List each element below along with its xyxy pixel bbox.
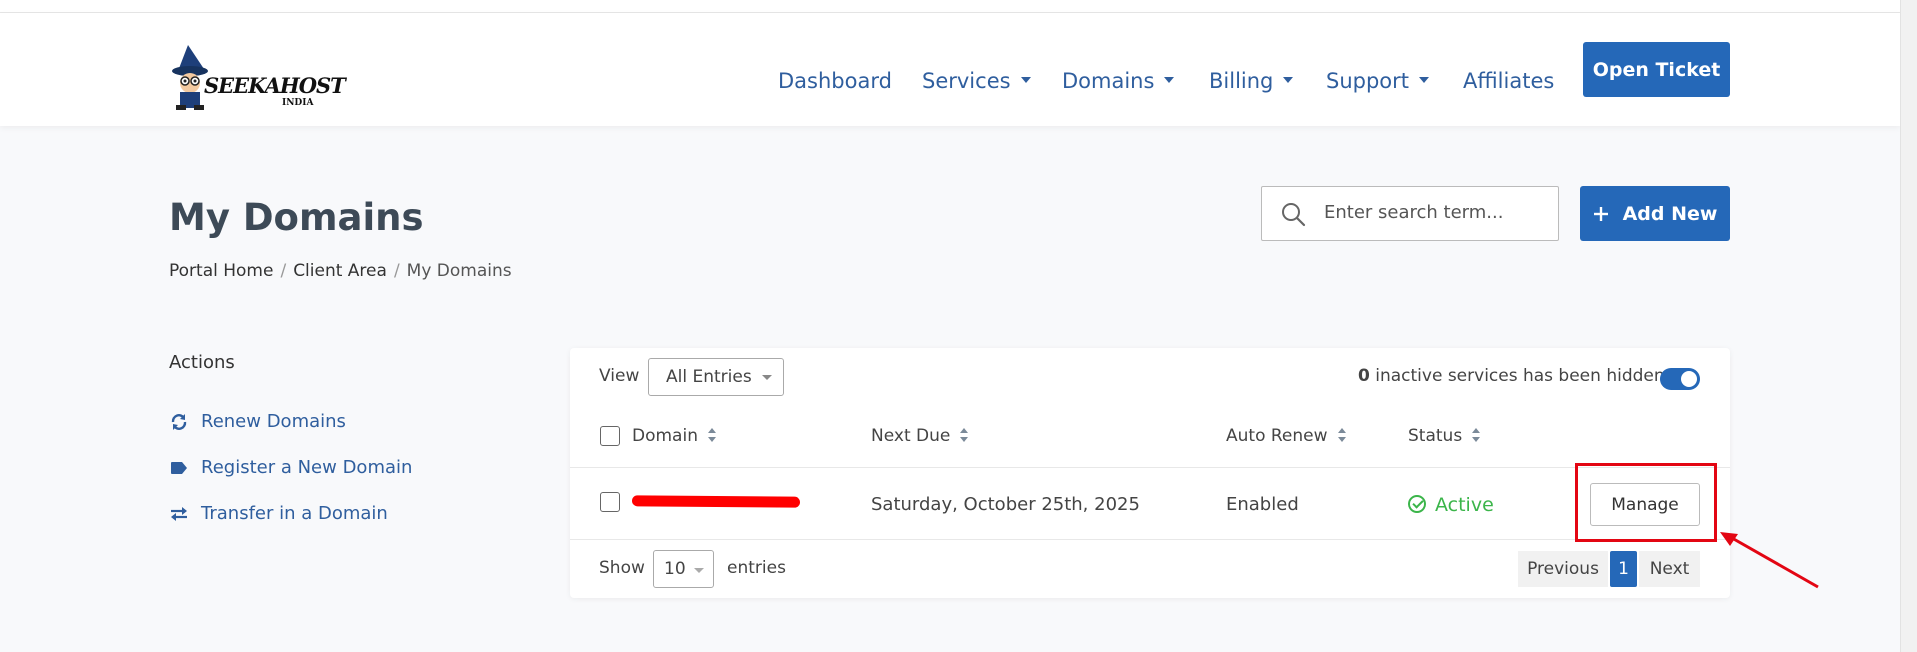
pagination-page-1[interactable]: 1 bbox=[1610, 551, 1637, 587]
nav-label: Services bbox=[922, 69, 1011, 93]
open-ticket-button[interactable]: Open Ticket bbox=[1583, 42, 1730, 97]
nav-label: Support bbox=[1326, 69, 1410, 93]
search-icon bbox=[1282, 203, 1306, 227]
action-label: Register a New Domain bbox=[201, 457, 413, 478]
nav-label: Billing bbox=[1209, 69, 1274, 93]
breadcrumb-portal-home[interactable]: Portal Home bbox=[169, 261, 273, 281]
annotation-arrow-icon bbox=[1720, 532, 1819, 589]
logo-subtitle: INDIA bbox=[282, 98, 314, 108]
nav-billing[interactable]: Billing bbox=[1209, 69, 1294, 93]
view-filter-select[interactable]: All Entries bbox=[648, 358, 784, 396]
chevron-down-icon bbox=[762, 375, 772, 380]
site-header: SEEKAHOST INDIA Dashboard Services Domai… bbox=[0, 13, 1900, 126]
th-domain[interactable]: Domain bbox=[632, 426, 716, 446]
caret-down-icon bbox=[1020, 77, 1031, 83]
search-placeholder: Enter search term... bbox=[1324, 202, 1504, 223]
page-title: My Domains bbox=[169, 196, 424, 239]
th-next-due[interactable]: Next Due bbox=[871, 426, 969, 446]
pagination-next[interactable]: Next bbox=[1639, 551, 1700, 587]
view-filter-value: All Entries bbox=[666, 367, 752, 387]
sort-icon bbox=[707, 427, 716, 443]
register-domain-link[interactable]: Register a New Domain bbox=[169, 457, 412, 478]
annotation-highlight-box bbox=[1575, 463, 1717, 542]
nav-domains[interactable]: Domains bbox=[1062, 69, 1175, 93]
th-label: Next Due bbox=[871, 426, 951, 446]
show-label: Show bbox=[599, 558, 645, 578]
nav-label: Dashboard bbox=[778, 69, 892, 93]
breadcrumb-current: My Domains bbox=[406, 261, 512, 281]
page-size-value: 10 bbox=[664, 559, 686, 579]
page-size-select[interactable]: 10 bbox=[653, 550, 714, 588]
caret-down-icon bbox=[1419, 77, 1430, 83]
status-badge: Active bbox=[1408, 494, 1494, 516]
sort-icon bbox=[1337, 427, 1346, 443]
auto-renew-value: Enabled bbox=[1226, 494, 1299, 515]
plus-icon bbox=[1593, 206, 1608, 221]
select-all-checkbox[interactable] bbox=[600, 426, 620, 446]
entries-label: entries bbox=[727, 558, 786, 578]
transfer-icon bbox=[169, 503, 189, 524]
renew-domains-link[interactable]: Renew Domains bbox=[169, 411, 346, 432]
add-new-label: Add New bbox=[1622, 202, 1718, 225]
action-label: Renew Domains bbox=[201, 411, 346, 432]
sort-icon bbox=[1472, 427, 1481, 443]
view-label: View bbox=[599, 366, 640, 386]
nav-support[interactable]: Support bbox=[1326, 69, 1430, 93]
nav-services[interactable]: Services bbox=[922, 69, 1031, 93]
hidden-count: 0 bbox=[1358, 366, 1370, 386]
nav-affiliates[interactable]: Affiliates bbox=[1463, 69, 1554, 93]
renew-icon bbox=[169, 411, 189, 432]
next-due-date: Saturday, October 25th, 2025 bbox=[871, 494, 1140, 515]
redacted-domain-name bbox=[631, 495, 801, 508]
action-label: Transfer in a Domain bbox=[201, 503, 388, 524]
domains-table-card: View All Entries 0 inactive services has… bbox=[570, 348, 1730, 598]
seekahost-logo[interactable]: SEEKAHOST INDIA bbox=[170, 43, 346, 113]
row-divider bbox=[570, 539, 1730, 540]
caret-down-icon bbox=[1164, 77, 1175, 83]
row-checkbox[interactable] bbox=[600, 492, 620, 512]
hidden-services-note: 0 inactive services has been hidden bbox=[1358, 366, 1665, 386]
pagination-previous[interactable]: Previous bbox=[1518, 551, 1608, 587]
breadcrumb: Portal Home / Client Area / My Domains bbox=[169, 261, 512, 281]
row-divider bbox=[570, 467, 1730, 468]
sort-icon bbox=[960, 427, 969, 443]
th-label: Domain bbox=[632, 426, 698, 446]
search-input[interactable]: Enter search term... bbox=[1261, 186, 1559, 241]
tag-icon bbox=[169, 457, 189, 478]
hidden-text: inactive services has been hidden bbox=[1375, 366, 1665, 386]
add-new-button[interactable]: Add New bbox=[1580, 186, 1730, 241]
transfer-domain-link[interactable]: Transfer in a Domain bbox=[169, 503, 388, 524]
show-hidden-toggle[interactable] bbox=[1660, 368, 1700, 390]
page-scrollbar[interactable] bbox=[1900, 0, 1917, 652]
breadcrumb-client-area[interactable]: Client Area bbox=[293, 261, 387, 281]
th-label: Auto Renew bbox=[1226, 426, 1328, 446]
actions-heading: Actions bbox=[169, 352, 235, 373]
logo-wordmark: SEEKAHOST bbox=[204, 73, 346, 98]
check-circle-icon bbox=[1408, 494, 1426, 513]
chevron-down-icon bbox=[694, 568, 704, 573]
top-strip bbox=[0, 0, 1900, 13]
nav-dashboard[interactable]: Dashboard bbox=[778, 69, 892, 93]
status-label: Active bbox=[1435, 494, 1494, 516]
nav-label: Affiliates bbox=[1463, 69, 1555, 93]
th-auto-renew[interactable]: Auto Renew bbox=[1226, 426, 1346, 446]
caret-down-icon bbox=[1283, 77, 1294, 83]
toggle-knob bbox=[1681, 371, 1697, 387]
th-status[interactable]: Status bbox=[1408, 426, 1481, 446]
th-label: Status bbox=[1408, 426, 1463, 446]
nav-label: Domains bbox=[1062, 69, 1155, 93]
